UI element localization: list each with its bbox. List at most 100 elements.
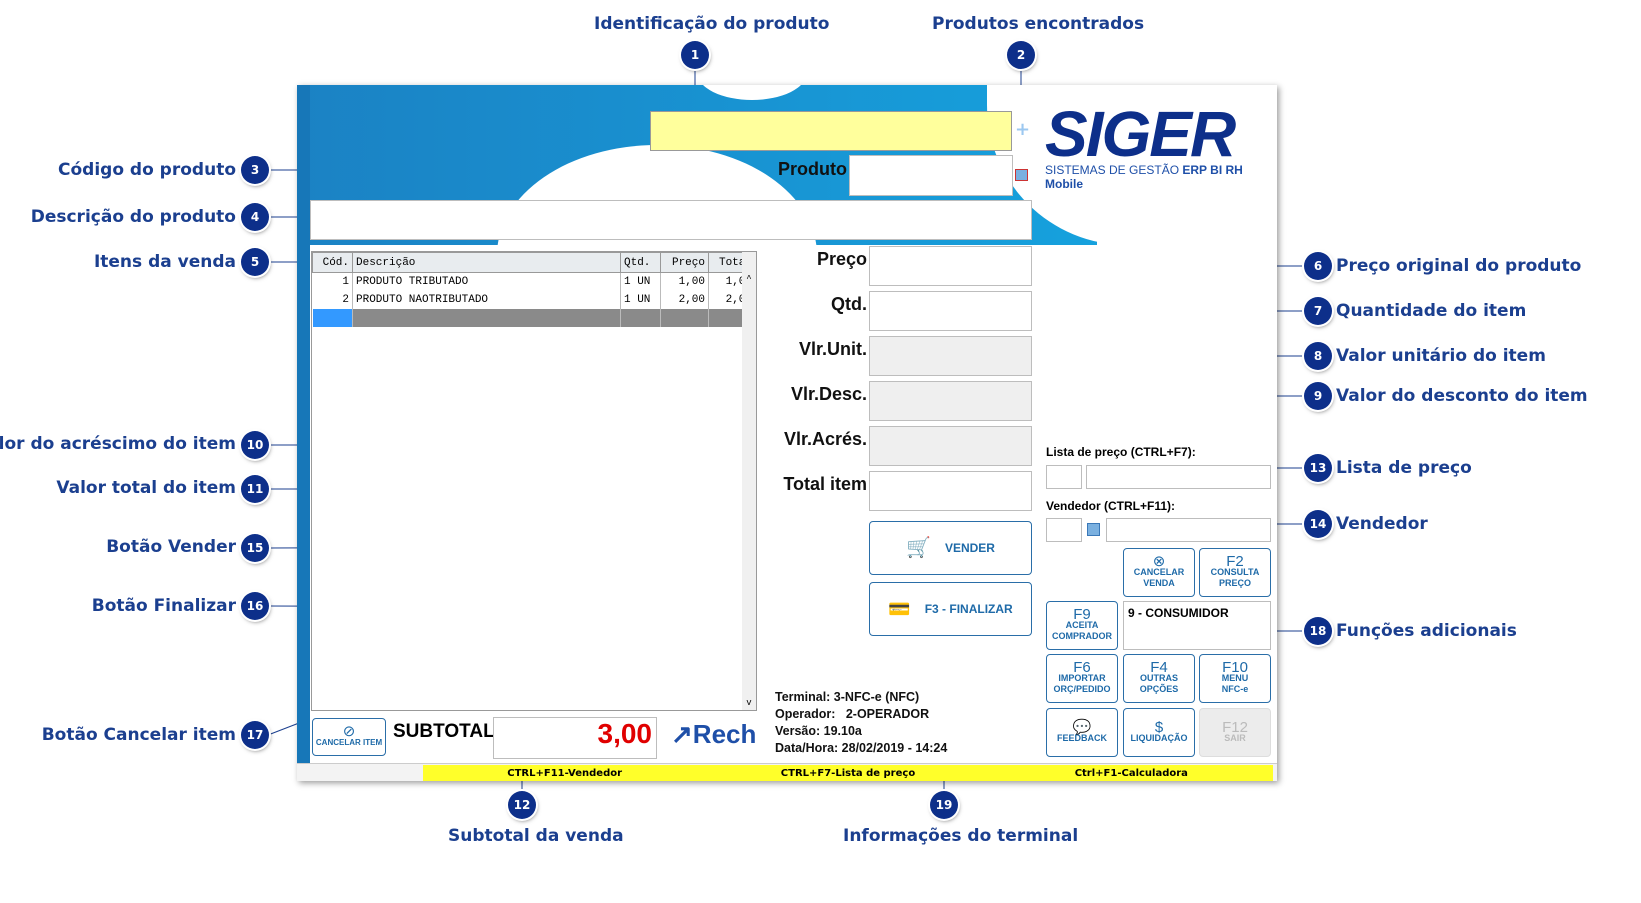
col-descricao[interactable]: Descrição <box>352 252 621 273</box>
annotation-badge: 18 <box>1304 617 1332 645</box>
table-row[interactable]: 2 PRODUTO NAOTRIBUTADO 1 UN 2,00 2,00 <box>312 290 756 309</box>
product-search-input[interactable] <box>650 111 1012 151</box>
cancelar-item-button[interactable]: ⊘ CANCELAR ITEM <box>312 718 386 756</box>
finalizar-button[interactable]: 💳 F3 - FINALIZAR <box>869 582 1032 636</box>
rech-logo: ↗Rech <box>671 719 757 749</box>
vendedor-desc[interactable] <box>1106 518 1271 542</box>
vlr-acres-label: Vlr.Acrés. <box>783 429 867 449</box>
col-preco[interactable]: Preço <box>660 252 709 273</box>
importar-button[interactable]: F6 IMPORTAR ORÇ/PEDIDO <box>1046 654 1118 703</box>
shortcut-vendedor: CTRL+F11-Vendedor <box>507 767 623 779</box>
chat-icon: 💬 <box>1072 718 1092 736</box>
btn-key: F10 <box>1222 659 1248 676</box>
annotation-label: Valor do acréscimo do item <box>0 434 236 454</box>
btn-label: CONSULTA <box>1210 567 1260 577</box>
annotation-badge: 11 <box>241 475 269 503</box>
annotation-label: Informações do terminal <box>843 826 1079 846</box>
btn-label: CANCELAR <box>1133 567 1185 577</box>
vender-button[interactable]: 🛒 VENDER <box>869 521 1032 575</box>
annotation-label: Subtotal da venda <box>448 826 624 846</box>
cell: PRODUTO NAOTRIBUTADO <box>352 290 621 309</box>
card-icon: 💳 <box>888 598 911 619</box>
subtotal-label: SUBTOTAL <box>393 721 495 742</box>
left-strip <box>297 85 310 765</box>
btn-label: ACEITA <box>1065 620 1099 630</box>
feedback-button[interactable]: 💬 FEEDBACK <box>1046 708 1118 757</box>
annotation-badge: 4 <box>241 203 269 231</box>
menu-nfce-button[interactable]: F10 MENU NFC-e <box>1199 654 1271 703</box>
grid-scrollbar[interactable]: ^ v <box>742 252 756 710</box>
product-description-field <box>310 200 1032 240</box>
total-item-label: Total item <box>783 474 867 494</box>
search-vendedor-icon[interactable] <box>1087 523 1100 536</box>
annotation-badge: 17 <box>241 721 269 749</box>
siger-tagline: SISTEMAS DE GESTÃO ERP BI RH Mobile <box>1045 163 1277 191</box>
plus-icon[interactable]: + <box>1015 119 1030 140</box>
cart-icon: 🛒 <box>906 536 931 559</box>
money-hand-icon: $ <box>1154 718 1164 736</box>
btn-key: F2 <box>1226 553 1244 570</box>
annotation-badge: 14 <box>1304 510 1332 538</box>
status-bar: CTRL+F11-Vendedor CTRL+F7-Lista de preço C… <box>297 763 1277 781</box>
vlr-unit-label: Vlr.Unit. <box>798 339 867 359</box>
cancel-icon: ⊗ <box>1152 553 1166 570</box>
aceita-comprador-button[interactable]: F9 ACEITA COMPRADOR <box>1046 601 1118 650</box>
annotation-label: Código do produto <box>58 160 236 180</box>
subtotal-value: 3,00 <box>493 717 657 759</box>
produto-label: Produto <box>778 159 847 179</box>
vendedor-code[interactable] <box>1046 518 1082 542</box>
vender-label: VENDER <box>944 540 995 555</box>
lista-preco-desc[interactable] <box>1086 465 1271 489</box>
sale-items-grid[interactable]: Cód. Descrição Qtd. Preço Total 1 PRODUTO… <box>311 251 757 711</box>
vlr-acres-field <box>869 426 1032 466</box>
terminal-line: Terminal: 3-NFC-e (NFC) <box>775 690 920 704</box>
qtd-label: Qtd. <box>831 294 867 314</box>
annotation-badge: 8 <box>1304 342 1332 370</box>
vlr-desc-label: Vlr.Desc. <box>790 384 867 404</box>
qtd-input[interactable] <box>869 291 1032 331</box>
preco-field <box>869 246 1032 286</box>
annotation-badge: 7 <box>1304 297 1332 325</box>
col-cod[interactable]: Cód. <box>312 252 353 273</box>
preco-label: Preço <box>816 249 867 269</box>
terminal-info: Terminal: 3-NFC-e (NFC) Operador: 2-OPER… <box>775 689 947 757</box>
versao-line: Versão: 19.10a <box>775 724 862 738</box>
table-row-new[interactable] <box>312 308 756 327</box>
annotation-label: Descrição do produto <box>30 207 236 227</box>
rech-name: Rech <box>692 719 757 749</box>
shortcut-calculadora: Ctrl+F1-Calculadora <box>1074 767 1188 779</box>
annotation-badge: 15 <box>241 534 269 562</box>
cell: 2 <box>312 290 353 309</box>
operador-line: Operador: 2-OPERADOR <box>775 707 930 721</box>
btn-label: MENU <box>1221 673 1249 683</box>
liquidacao-button[interactable]: $ LIQUIDAÇÃO <box>1123 708 1195 757</box>
annotation-badge: 3 <box>241 156 269 184</box>
table-row[interactable]: 1 PRODUTO TRIBUTADO 1 UN 1,00 1,00 <box>312 272 756 291</box>
btn-label: OPÇÕES <box>1139 684 1179 694</box>
outras-opcoes-button[interactable]: F4 OUTRAS OPÇÕES <box>1123 654 1195 703</box>
consulta-preco-button[interactable]: F2 CONSULTA PREÇO <box>1199 548 1271 597</box>
btn-key: F12 <box>1222 718 1248 736</box>
btn-label: VENDA <box>1143 578 1175 588</box>
btn-label: NFC-e <box>1221 684 1249 694</box>
lista-preco-label: Lista de preço (CTRL+F7): <box>1046 445 1196 459</box>
annotation-label: Quantidade do item <box>1336 301 1527 321</box>
annotation-label: Produtos encontrados <box>932 14 1145 34</box>
btn-label: CANCELAR ITEM <box>315 738 383 747</box>
lista-preco-code[interactable] <box>1046 465 1082 489</box>
annotation-label: Preço original do produto <box>1336 256 1582 276</box>
btn-label: IMPORTAR <box>1058 673 1106 683</box>
col-qtd[interactable]: Qtd. <box>620 252 661 273</box>
search-products-icon[interactable] <box>1015 169 1028 181</box>
annotation-label: Vendedor <box>1336 514 1428 534</box>
annotation-label: Lista de preço <box>1336 458 1472 478</box>
btn-key: F4 <box>1150 659 1168 676</box>
btn-key: F6 <box>1073 659 1091 676</box>
product-code-input[interactable] <box>849 155 1013 196</box>
btn-label: FEEDBACK <box>1056 732 1107 743</box>
sair-button[interactable]: F12 SAIR <box>1199 708 1271 757</box>
pdv-window: + Produto SIGER SISTEMAS DE GESTÃO ERP B… <box>297 85 1277 781</box>
finalizar-label: F3 - FINALIZAR <box>924 601 1013 616</box>
cancelar-venda-button[interactable]: ⊗ CANCELAR VENDA <box>1123 548 1195 597</box>
tagline: SISTEMAS DE GESTÃO <box>1045 163 1180 177</box>
